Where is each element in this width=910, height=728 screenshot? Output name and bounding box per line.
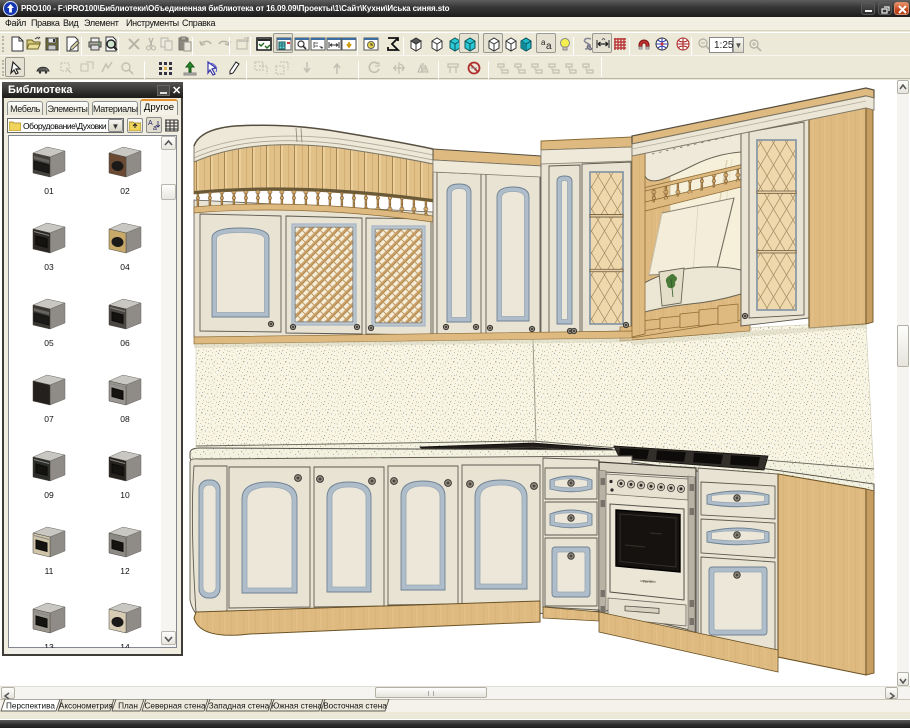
svg-text:09: 09 [44, 490, 54, 500]
svg-text:05: 05 [44, 338, 54, 348]
svg-text:Южная стена: Южная стена [271, 701, 322, 710]
svg-text:Аксонометрия: Аксонометрия [59, 701, 113, 710]
svg-text:01: 01 [44, 186, 54, 196]
svg-text:06: 06 [120, 338, 130, 348]
svg-text:Перспектива: Перспектива [6, 701, 55, 710]
svg-text:План: План [118, 701, 138, 710]
svg-text:Северная стена: Северная стена [145, 701, 206, 710]
svg-text:Западная стена: Западная стена [209, 701, 270, 710]
svg-text:12: 12 [120, 566, 130, 576]
svg-text:a: a [546, 41, 552, 52]
svg-text:Восточная стена: Восточная стена [323, 701, 387, 710]
svg-text:Terim: Terim [643, 579, 654, 584]
svg-text:08: 08 [120, 414, 130, 424]
svg-text:02: 02 [120, 186, 130, 196]
svg-text:04: 04 [120, 262, 130, 272]
svg-text:11: 11 [45, 566, 54, 576]
svg-text:10: 10 [120, 490, 130, 500]
svg-text:07: 07 [44, 414, 54, 424]
svg-text:03: 03 [44, 262, 54, 272]
